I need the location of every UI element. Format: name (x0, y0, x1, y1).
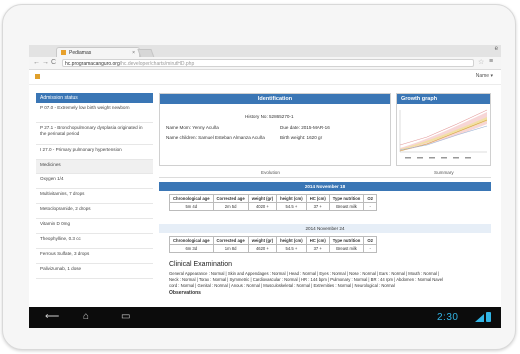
identification-header: Identification (160, 94, 390, 104)
table-cell: 37 + (305, 244, 330, 253)
tablet-screen: Pediamas × e ← → C hc.programacanguro.or… (29, 45, 501, 328)
table-cell: 4620 + (247, 244, 278, 253)
history-number: History No: 52865270-1 (245, 114, 294, 119)
recent-apps-icon[interactable]: ▭ (121, 311, 130, 322)
browser-corner-icon: e (494, 46, 498, 52)
observations-heading: Observations (169, 290, 201, 296)
mother-name: Name Mom: Yenny Acuña (166, 125, 219, 130)
col-hc: HC (cm) (305, 194, 330, 203)
sidebar-medicines-heading: Medicines (36, 160, 153, 174)
sidebar-diagnosis-1[interactable]: P 07.0 - Extremely low birth weight newb… (36, 103, 153, 123)
browser-menu-icon[interactable]: ≡ (489, 58, 493, 65)
col-height: height (cm) (276, 194, 307, 203)
status-clock: 2:30 (437, 312, 459, 323)
forward-icon[interactable]: → (42, 58, 49, 68)
address-bar: ← → C hc.programacanguro.org/hc.develope… (29, 57, 501, 70)
due-date: Due date: 2015-MAR-16 (280, 125, 330, 130)
table-cell: 37 + (305, 202, 330, 211)
sidebar-medicine-item[interactable]: Metoclopramide, 2 drops (36, 204, 153, 219)
tab-summary[interactable]: Summary (434, 170, 454, 175)
sidebar-medicine-item[interactable]: Theophylline, 0.3 cc (36, 234, 153, 249)
sidebar-medicine-item[interactable]: Ferrous Sulfate, 3 drops (36, 249, 153, 264)
table-cell: 54.5 + (276, 202, 307, 211)
col-hc: HC (cm) (305, 236, 330, 245)
table-cell: Breast milk (328, 202, 365, 211)
table-cell: 4020 + (247, 202, 278, 211)
back-icon[interactable]: ← (33, 58, 40, 68)
user-menu[interactable]: Name ▾ (476, 73, 493, 79)
clinical-exam-text: General Appearance : Normal | Skin and A… (169, 271, 485, 289)
tab-title: Pediamas (69, 50, 92, 56)
sidebar-medicine-item[interactable]: Multivitamins, 7 drops (36, 189, 153, 204)
table-cell: Breast milk (328, 244, 365, 253)
col-height: height (cm) (276, 236, 307, 245)
child-name: Name children: Samuel Esteban Almanza Ac… (166, 135, 265, 140)
url-field[interactable]: hc.programacanguro.org/hc.developer/char… (62, 59, 474, 67)
col-weight: weight (gr) (247, 236, 278, 245)
sidebar-medicine-item[interactable]: Palivizumab, 1 dose (36, 264, 153, 279)
table-cell: 54.5 + (276, 244, 307, 253)
visit-measurements-table-2: Chronological age Corrected age weight (… (169, 236, 377, 253)
col-corrected-age: Corrected age (212, 194, 249, 203)
table-cell: 1m 8d (212, 244, 249, 253)
favicon-icon (61, 50, 66, 55)
main-content: Identification History No: 52865270-1 Na… (159, 93, 491, 300)
col-nutrition: Type nutrition (328, 236, 365, 245)
browser-tab-bar: Pediamas × e (29, 45, 501, 62)
birth-weight: Birth weight: 1620 gr (280, 135, 323, 140)
clinical-exam-line-3: cord : Normal | Genital : Normal | Anous… (169, 283, 395, 288)
table-cell: - (363, 202, 377, 211)
sidebar-diagnosis-3[interactable]: I 27.0 - Primary pulmonary hypertension (36, 145, 153, 160)
col-o2: O2 (363, 236, 377, 245)
col-chronological-age: Chronological age (169, 194, 214, 203)
record-tabs: Evolution Summary (159, 169, 491, 178)
col-o2: O2 (363, 194, 377, 203)
back-nav-icon[interactable]: ⟵ (45, 311, 59, 322)
col-weight: weight (gr) (247, 194, 278, 203)
table-cell: 5m 4d (169, 202, 214, 211)
table-cell: - (363, 244, 377, 253)
identification-panel: Identification History No: 52865270-1 Na… (159, 93, 391, 166)
tab-evolution[interactable]: Evolution (261, 170, 280, 175)
table-cell: 2m 5d (212, 202, 249, 211)
visit-measurements-table-1: Chronological age Corrected age weight (… (169, 194, 377, 211)
col-chronological-age: Chronological age (169, 236, 214, 245)
growth-graph-panel: Growth graph (396, 93, 491, 166)
col-corrected-age: Corrected age (212, 236, 249, 245)
signal-icon (475, 314, 484, 322)
app-logo (35, 74, 40, 79)
sidebar-header: Admission status (36, 93, 153, 103)
battery-icon (486, 312, 491, 322)
growth-graph-header: Growth graph (397, 94, 490, 104)
reload-icon[interactable]: C (51, 58, 56, 68)
app-header: Name ▾ (29, 70, 501, 85)
sidebar: Admission status P 07.0 - Extremely low … (36, 93, 153, 300)
sidebar-diagnosis-2[interactable]: P 27.1 - Bronchopulmonary dysplasia orig… (36, 123, 153, 145)
growth-graph-thumbnail[interactable] (397, 104, 490, 165)
col-nutrition: Type nutrition (328, 194, 365, 203)
tablet-frame: Pediamas × e ← → C hc.programacanguro.or… (2, 4, 516, 350)
android-system-bar: ⟵ ⌂ ▭ 2:30 (29, 307, 501, 328)
table-cell: 6m 3d (169, 244, 214, 253)
sidebar-medicine-item[interactable]: Oxygen 1/4 (36, 174, 153, 189)
visit-date-1: 2014 November 18 (159, 182, 491, 191)
sidebar-medicine-item[interactable]: Vitamin D 0mg (36, 219, 153, 234)
home-nav-icon[interactable]: ⌂ (83, 311, 89, 322)
clinical-exam-title: Clinical Examination (169, 261, 233, 268)
bookmark-star-icon[interactable]: ☆ (478, 58, 484, 66)
visit-date-2: 2014 November 24 (159, 224, 491, 233)
